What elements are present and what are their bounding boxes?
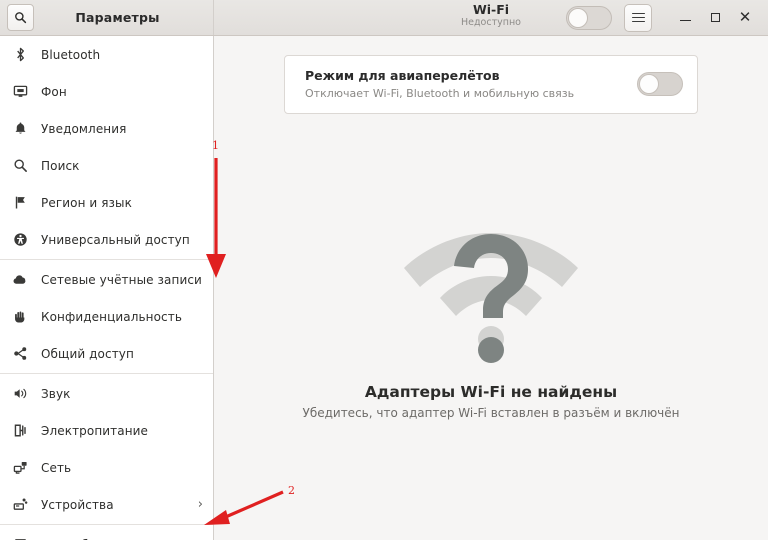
sidebar-item-label: Поиск <box>41 158 80 173</box>
speaker-icon <box>11 385 29 403</box>
info-icon <box>11 536 29 540</box>
sidebar-item-region-language[interactable]: Регион и язык <box>0 184 213 221</box>
sidebar-header-title: Параметры <box>75 10 160 25</box>
annotation-label-2: 2 <box>288 484 295 497</box>
sidebar-item-power[interactable]: Электропитание <box>0 412 213 449</box>
sidebar-item-label: Фон <box>41 84 67 99</box>
toggle-knob <box>568 7 588 28</box>
sidebar-item-bluetooth[interactable]: Bluetooth <box>0 36 213 73</box>
sidebar-item-details[interactable]: Подробности › <box>0 526 213 540</box>
share-icon <box>11 345 29 363</box>
sidebar-item-label: Регион и язык <box>41 195 132 210</box>
cloud-icon <box>11 271 29 289</box>
maximize-button[interactable] <box>700 3 730 33</box>
accessibility-icon <box>11 231 29 249</box>
sidebar-item-label: Звук <box>41 386 71 401</box>
hand-icon <box>11 308 29 326</box>
sidebar-item-label: Bluetooth <box>41 47 101 62</box>
sidebar-header: Параметры <box>0 0 214 35</box>
sidebar: Bluetooth Фон Уведомления Поиск Регион и… <box>0 36 214 540</box>
bluetooth-icon <box>11 46 29 64</box>
sidebar-item-background[interactable]: Фон <box>0 73 213 110</box>
sidebar-item-accessibility[interactable]: Универсальный доступ <box>0 221 213 258</box>
airplane-mode-toggle[interactable] <box>637 72 683 96</box>
search-button[interactable] <box>7 4 34 31</box>
titlebar-right: Wi-Fi Недоступно ✕ <box>214 0 768 35</box>
bell-icon <box>11 120 29 138</box>
wifi-question-icon <box>396 198 586 373</box>
close-button[interactable]: ✕ <box>730 3 760 33</box>
airplane-mode-panel: Режим для авиаперелётов Отключает Wi-Fi,… <box>284 55 698 114</box>
flag-icon <box>11 194 29 212</box>
network-icon <box>11 459 29 477</box>
menu-button[interactable] <box>624 3 652 32</box>
sidebar-item-network[interactable]: Сеть <box>0 449 213 486</box>
sidebar-item-devices[interactable]: Устройства › <box>0 486 213 523</box>
minimize-button[interactable] <box>670 3 700 33</box>
hamburger-menu-icon <box>631 11 645 25</box>
airplane-mode-title: Режим для авиаперелётов <box>305 68 500 83</box>
sidebar-item-label: Общий доступ <box>41 346 134 361</box>
monitor-icon <box>11 83 29 101</box>
main-content: Режим для авиаперелётов Отключает Wi-Fi,… <box>214 36 768 540</box>
power-plug-icon <box>11 422 29 440</box>
sidebar-item-sharing[interactable]: Общий доступ <box>0 335 213 372</box>
sidebar-separator <box>0 524 213 525</box>
annotation-label-1: 1 <box>212 139 219 152</box>
search-icon <box>11 157 29 175</box>
search-icon <box>15 12 27 24</box>
toggle-knob <box>639 74 659 94</box>
airplane-mode-text: Режим для авиаперелётов Отключает Wi-Fi,… <box>305 68 637 100</box>
window-body: Bluetooth Фон Уведомления Поиск Регион и… <box>0 36 768 540</box>
wifi-master-toggle[interactable] <box>566 5 612 30</box>
empty-state: Адаптеры Wi-Fi не найдены Убедитесь, что… <box>214 108 768 540</box>
sidebar-item-online-accounts[interactable]: Сетевые учётные записи <box>0 261 213 298</box>
empty-state-subtitle: Убедитесь, что адаптер Wi-Fi вставлен в … <box>302 406 680 420</box>
devices-icon <box>11 496 29 514</box>
sidebar-item-notifications[interactable]: Уведомления <box>0 110 213 147</box>
sidebar-item-label: Уведомления <box>41 121 127 136</box>
minimize-icon <box>679 19 691 22</box>
empty-state-title: Адаптеры Wi-Fi не найдены <box>364 383 618 401</box>
close-icon: ✕ <box>738 8 752 26</box>
settings-window: Параметры Wi-Fi Недоступно ✕ Bluetooth Ф… <box>0 0 768 540</box>
sidebar-item-search[interactable]: Поиск <box>0 147 213 184</box>
titlebar: Параметры Wi-Fi Недоступно ✕ <box>0 0 768 36</box>
sidebar-item-label: Устройства <box>41 497 114 512</box>
sidebar-item-label: Универсальный доступ <box>41 232 190 247</box>
sidebar-separator <box>0 373 213 374</box>
sidebar-item-privacy[interactable]: Конфиденциальность <box>0 298 213 335</box>
sidebar-separator <box>0 259 213 260</box>
sidebar-item-label: Электропитание <box>41 423 149 438</box>
chevron-right-icon: › <box>197 497 203 512</box>
sidebar-item-label: Сеть <box>41 460 72 475</box>
airplane-mode-subtitle: Отключает Wi-Fi, Bluetooth и мобильную с… <box>305 87 575 100</box>
sidebar-item-label: Сетевые учётные записи <box>41 272 202 287</box>
window-controls: ✕ <box>566 3 768 33</box>
maximize-icon <box>710 13 720 22</box>
sidebar-item-sound[interactable]: Звук <box>0 375 213 412</box>
sidebar-item-label: Конфиденциальность <box>41 309 183 324</box>
